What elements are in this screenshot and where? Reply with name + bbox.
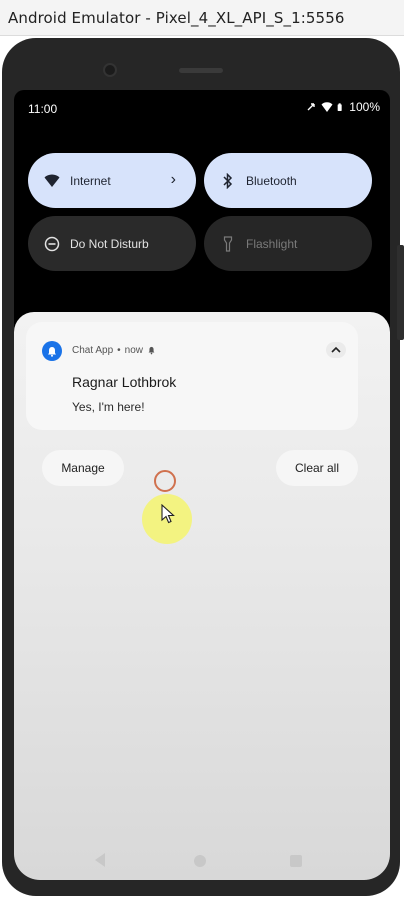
notification-title: Ragnar Lothbrok	[72, 374, 177, 390]
phone-side-button[interactable]	[397, 245, 404, 340]
battery-icon	[337, 103, 342, 111]
nav-back-icon[interactable]	[94, 852, 106, 868]
tile-do-not-disturb[interactable]: Do Not Disturb	[28, 216, 196, 271]
wifi-icon	[44, 173, 60, 189]
app-name: Chat App	[72, 345, 114, 356]
clear-all-button[interactable]: Clear all	[276, 450, 358, 486]
notification-shade: Chat App • now Ragnar Lothbrok Yes, I'm …	[14, 312, 390, 880]
notification-card[interactable]: Chat App • now Ragnar Lothbrok Yes, I'm …	[26, 322, 358, 430]
tile-flashlight[interactable]: Flashlight	[204, 216, 372, 271]
nav-home-icon[interactable]	[194, 855, 206, 867]
wifi-signal-icon	[321, 102, 333, 112]
status-time: 11:00	[28, 102, 58, 116]
mouse-cursor-icon	[161, 504, 175, 524]
earpiece-speaker	[179, 68, 223, 73]
do-not-disturb-icon	[44, 236, 60, 252]
front-camera-icon	[103, 63, 117, 77]
notification-body: Yes, I'm here!	[72, 400, 145, 414]
notification-header: Chat App • now	[72, 345, 156, 356]
alert-bell-icon	[148, 346, 155, 355]
navigation-bar	[14, 848, 390, 872]
meta-separator: •	[117, 345, 121, 356]
data-arrows-icon	[307, 103, 315, 111]
tile-internet[interactable]: Internet ›	[28, 153, 196, 208]
touch-indicator-ring	[154, 470, 176, 492]
chevron-right-icon: ›	[170, 171, 176, 188]
nav-recents-icon[interactable]	[290, 855, 302, 867]
tile-bluetooth[interactable]: Bluetooth	[204, 153, 372, 208]
window-title: Android Emulator - Pixel_4_XL_API_S_1:55…	[8, 9, 345, 27]
tile-internet-label: Internet	[70, 173, 111, 188]
status-icons: 100%	[305, 100, 380, 114]
app-icon	[42, 341, 62, 361]
battery-percent: 100%	[349, 100, 380, 114]
emulator-titlebar: Android Emulator - Pixel_4_XL_API_S_1:55…	[0, 0, 404, 36]
collapse-chevron-icon[interactable]	[326, 342, 346, 358]
flashlight-icon	[220, 235, 236, 252]
phone-screen: 11:00 100% Internet › Bluetooth Do Not D…	[14, 90, 390, 880]
manage-button[interactable]: Manage	[42, 450, 124, 486]
tile-dnd-label: Do Not Disturb	[70, 236, 149, 251]
tile-bluetooth-label: Bluetooth	[246, 173, 297, 188]
bluetooth-icon	[220, 172, 236, 189]
notification-time: now	[124, 345, 144, 356]
tile-flashlight-label: Flashlight	[246, 236, 298, 251]
